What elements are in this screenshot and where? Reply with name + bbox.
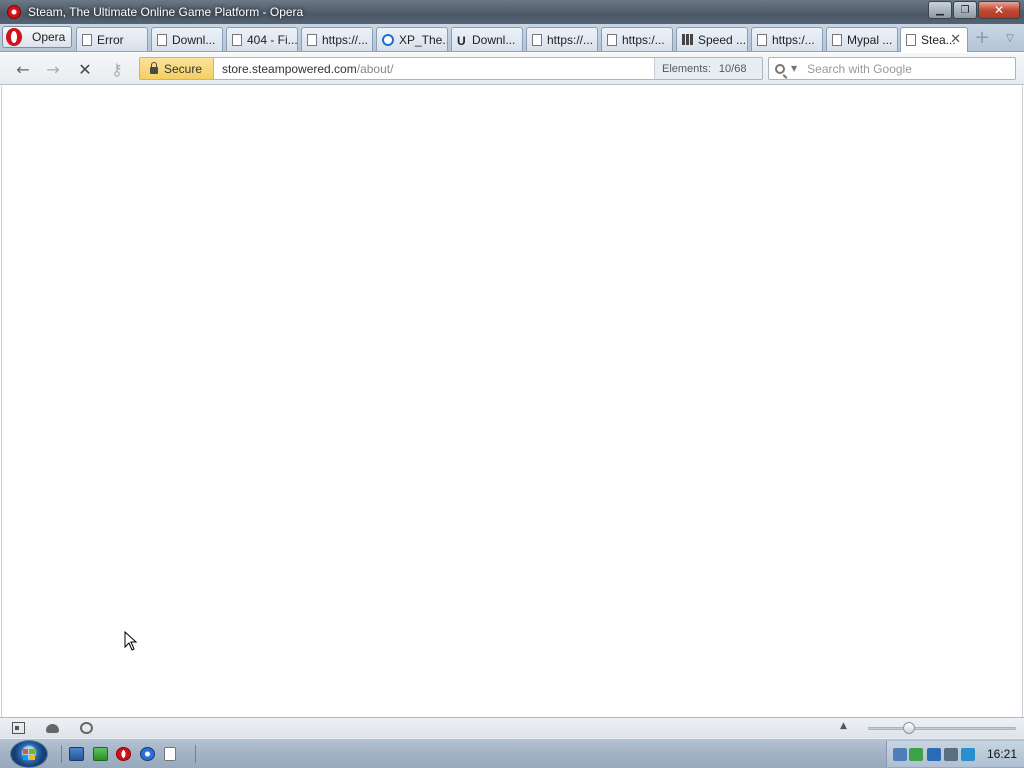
tab[interactable]: https://... [301, 27, 373, 51]
zoom-menu-icon[interactable]: ▲ [840, 721, 847, 731]
secure-label: Secure [164, 61, 203, 76]
document-icon[interactable] [164, 747, 176, 761]
new-tab-button[interactable]: + [972, 29, 992, 49]
tab[interactable]: https://... [526, 27, 598, 51]
url-host: store.steampowered.com [222, 61, 357, 76]
page-icon [757, 33, 767, 46]
tab-label: Speed ... [698, 32, 747, 47]
window-controls: ▁ ❐ ✕ [928, 1, 1020, 19]
window-title: Steam, The Ultimate Online Game Platform… [28, 5, 304, 19]
tab[interactable]: https:/... [751, 27, 823, 51]
tab[interactable]: Speed ... [676, 27, 748, 51]
system-tray: 16:21 [886, 741, 1024, 767]
internet-explorer-icon[interactable] [140, 747, 155, 761]
tab[interactable]: Error [76, 27, 148, 51]
tab[interactable]: XP_The... [376, 27, 448, 51]
chevron-down-icon[interactable]: ▼ [791, 64, 797, 73]
url-path: /about/ [356, 61, 394, 76]
tab-label: Mypal ... [847, 32, 893, 47]
tab-label: https:/... [772, 32, 815, 47]
opera-menu-button[interactable]: Opera [2, 26, 72, 48]
monitor-icon[interactable] [961, 748, 975, 761]
zoom-slider-handle[interactable] [903, 722, 916, 734]
turbo-gauge-icon[interactable] [80, 722, 93, 734]
close-window-button[interactable]: ✕ [978, 1, 1020, 19]
start-button[interactable] [10, 740, 48, 768]
back-button[interactable]: ← [12, 59, 34, 79]
page-icon [906, 34, 916, 46]
search-box[interactable]: ▼ [768, 57, 1016, 80]
security-shield-icon[interactable] [909, 748, 923, 761]
page-icon [832, 33, 842, 46]
tab[interactable]: U Downl... [451, 27, 523, 51]
mouse-cursor-icon [124, 631, 138, 651]
minimize-button[interactable]: ▁ [928, 1, 952, 19]
divider [195, 745, 196, 763]
forward-button[interactable]: → [42, 59, 64, 79]
search-input[interactable] [807, 61, 1008, 76]
grid-icon [682, 34, 693, 45]
title-bar: Steam, The Ultimate Online Game Platform… [0, 0, 1024, 24]
divider [61, 745, 62, 763]
tab-label: https://... [547, 32, 594, 47]
tab-label: Error [97, 32, 124, 47]
secure-badge[interactable]: Secure [140, 58, 214, 79]
key-icon[interactable]: ⚷ [106, 59, 128, 79]
tab[interactable]: 404 - Fi... [226, 27, 298, 51]
tab[interactable]: Downl... [151, 27, 223, 51]
lock-icon [150, 61, 158, 74]
opera-menu-label: Opera [32, 30, 66, 44]
elements-counter: Elements: 10/68 [654, 58, 762, 79]
close-tab-icon[interactable]: ✕ [950, 31, 961, 47]
volume-icon[interactable] [944, 748, 958, 761]
tab-active[interactable]: Stea... ✕ [900, 27, 968, 52]
panel-toggle-icon[interactable] [12, 722, 25, 734]
tab-label: Downl... [172, 32, 216, 47]
stop-button[interactable]: ✕ [74, 59, 96, 79]
tab-menu-chevron-icon[interactable]: ▽ [1002, 29, 1018, 49]
show-desktop-icon[interactable] [69, 747, 84, 761]
tab-bar: Opera Error Downl... 404 - Fi... https:/… [0, 24, 1024, 52]
search-icon[interactable] [775, 63, 785, 74]
taskbar: 16:21 [0, 738, 1024, 768]
tab-label: 404 - Fi... [247, 32, 298, 47]
tab[interactable]: https:/... [601, 27, 673, 51]
globe-icon [382, 33, 394, 46]
address-bar[interactable]: Secure store.steampowered.com/about/ Ele… [139, 57, 763, 80]
magnet-icon: U [457, 33, 466, 48]
page-icon [82, 33, 92, 46]
zoom-slider[interactable] [868, 727, 1016, 730]
page-icon [307, 33, 317, 46]
page-icon [157, 33, 167, 46]
navigation-toolbar: ← → ✕ ⚷ Secure store.steampowered.com/ab… [0, 53, 1024, 85]
opera-logo-icon [6, 28, 22, 46]
network-icon[interactable] [893, 748, 907, 761]
tab-label: XP_The... [399, 32, 448, 47]
tab-label: https://... [322, 32, 369, 47]
page-content [1, 86, 1023, 717]
tab[interactable]: Mypal ... [826, 27, 898, 51]
page-icon [232, 33, 242, 46]
switch-windows-icon[interactable] [93, 747, 108, 761]
clock: 16:21 [987, 747, 1018, 761]
display-icon[interactable] [927, 748, 941, 761]
elements-label: Elements: [662, 62, 711, 75]
tab-label: https:/... [622, 32, 665, 47]
maximize-button[interactable]: ❐ [953, 1, 977, 19]
opera-logo-icon [7, 5, 21, 19]
status-bar: ▲ [0, 717, 1024, 738]
elements-value: 10/68 [718, 62, 747, 75]
page-icon [607, 33, 617, 46]
cloud-icon[interactable] [46, 724, 59, 733]
opera-taskbar-icon[interactable] [116, 747, 131, 761]
url-text[interactable]: store.steampowered.com/about/ [222, 62, 654, 76]
tab-label: Downl... [472, 32, 516, 47]
page-icon [532, 33, 542, 46]
